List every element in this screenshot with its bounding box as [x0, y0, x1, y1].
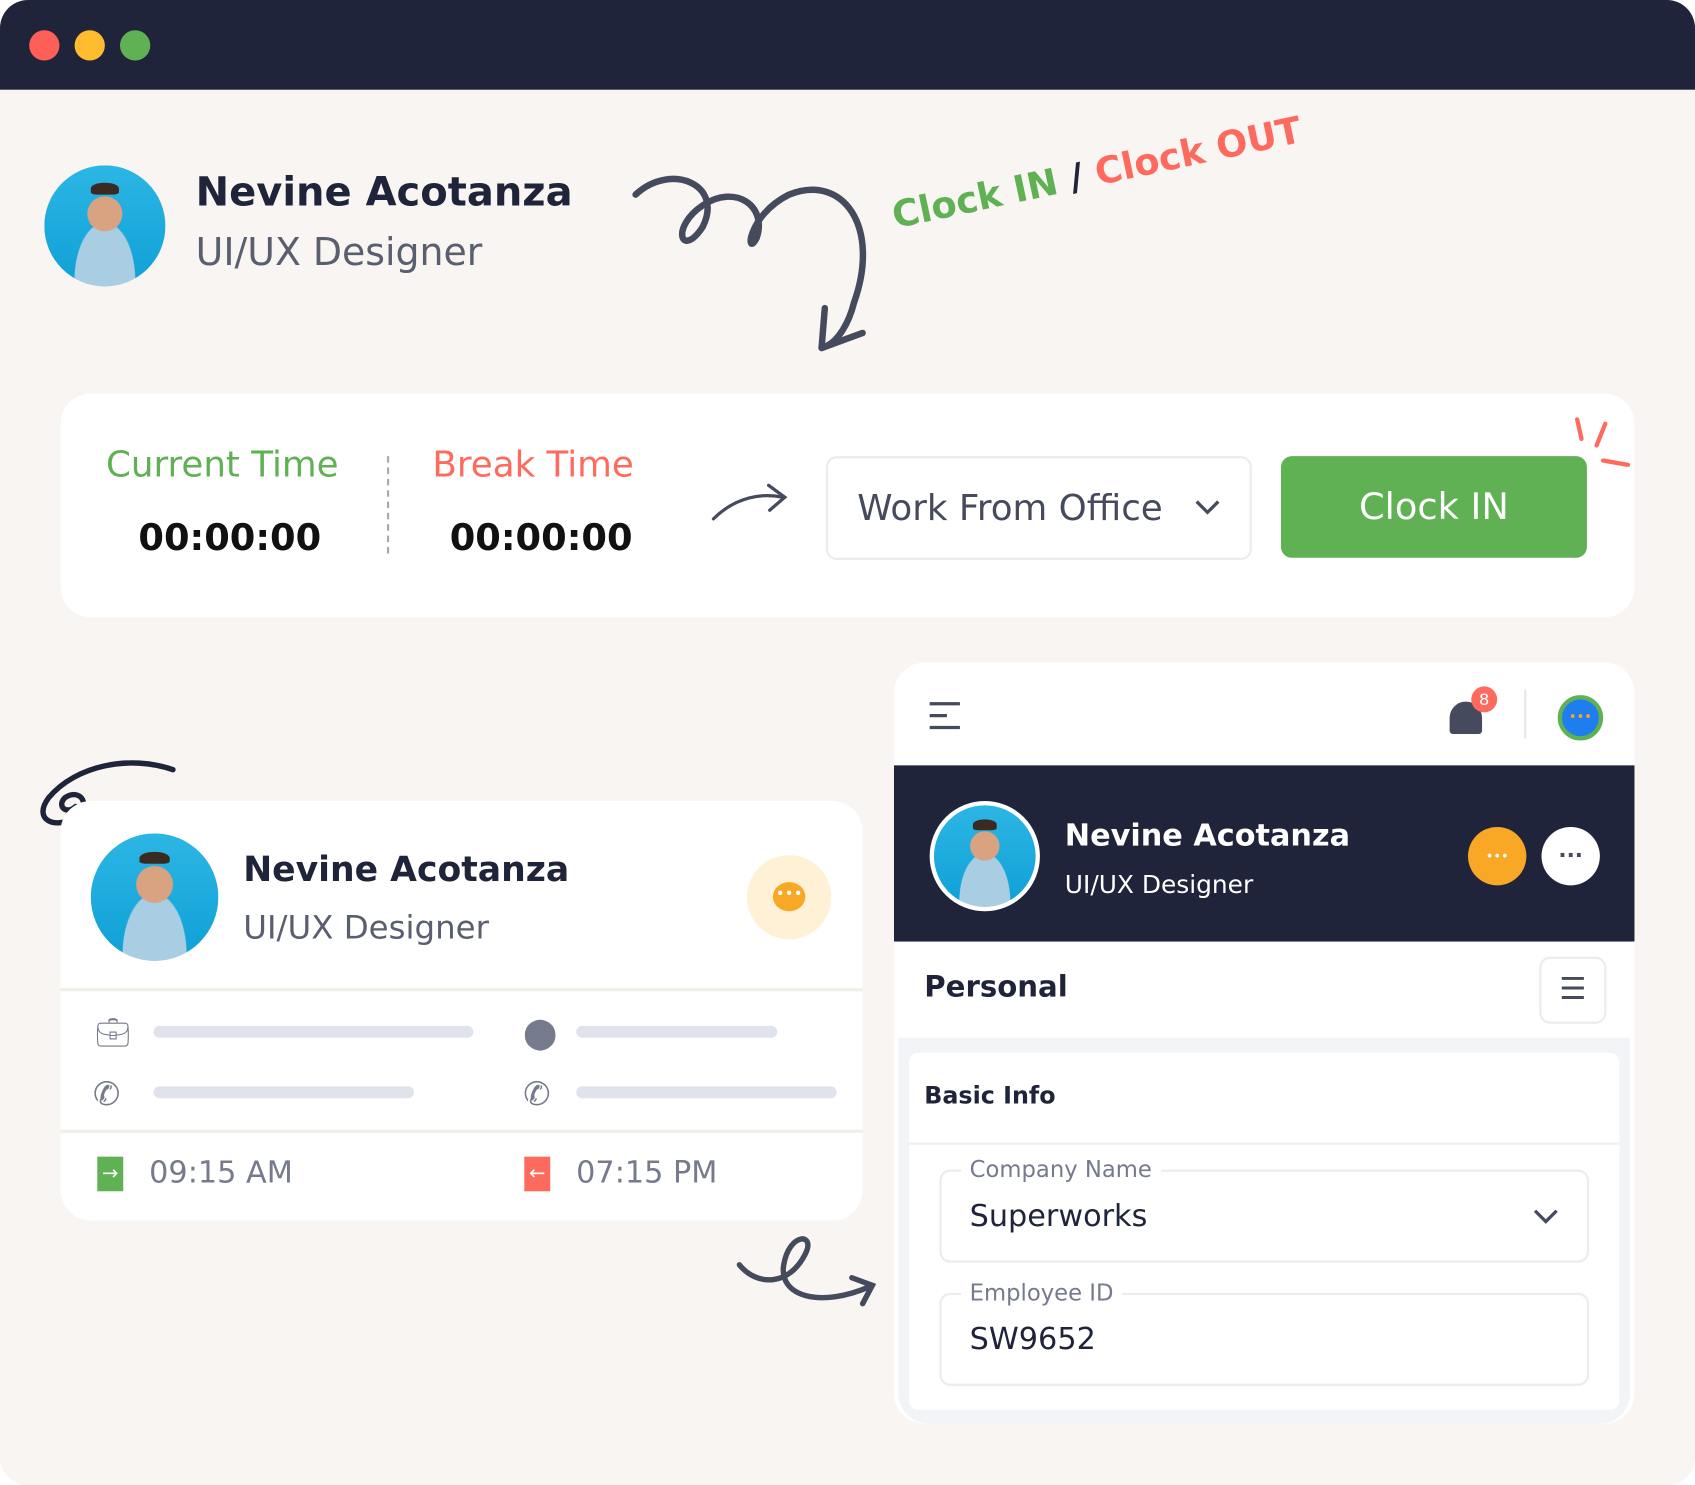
employee-id-field[interactable]: Employee ID SW9652 — [939, 1279, 1590, 1386]
avatar — [44, 165, 166, 287]
chat-button[interactable]: ••• — [746, 855, 832, 940]
chat-app-icon[interactable]: ••• — [1557, 695, 1604, 741]
placeholder-bar — [153, 1086, 415, 1099]
placeholder-bar — [576, 1025, 778, 1038]
notification-badge: 8 — [1471, 686, 1498, 713]
annotation-separator: / — [1065, 155, 1088, 201]
divider — [909, 1142, 1620, 1145]
banner-role: UI/UX Designer — [1064, 871, 1254, 900]
briefcase-icon: 💼︎ — [95, 1017, 131, 1050]
work-mode-value: Work From Office — [857, 486, 1163, 529]
profile-name: Nevine Acotanza — [195, 168, 573, 216]
company-name-value: Superworks — [969, 1197, 1148, 1234]
loop-arrow-decoration — [736, 1236, 877, 1307]
profile-banner: Nevine Acotanza UI/UX Designer ••• ··· — [893, 765, 1635, 942]
break-time-value: 00:00:00 — [449, 516, 633, 560]
title-bar — [0, 0, 1695, 90]
minimize-window-button[interactable] — [74, 30, 105, 61]
clock-in-time: 09:15 AM — [149, 1154, 293, 1191]
phone-add-icon: ✆ — [523, 1075, 551, 1114]
divider — [386, 456, 390, 554]
chevron-down-icon — [1195, 500, 1220, 515]
clock-panel: Current Time 00:00:00 Break Time 00:00:0… — [60, 393, 1635, 618]
phone-icon: ✆ — [92, 1075, 121, 1114]
chevron-down-icon — [1533, 1209, 1558, 1224]
curly-arrow-decoration — [632, 175, 867, 352]
divider — [60, 988, 863, 992]
more-options-button[interactable]: ··· — [1541, 826, 1600, 886]
employee-name: Nevine Acotanza — [243, 848, 570, 890]
clock-out-time: 07:15 PM — [576, 1154, 718, 1191]
profile-role: UI/UX Designer — [195, 231, 483, 275]
arrow-right-icon — [711, 483, 788, 521]
app-window: Nevine Acotanza UI/UX Designer Clock IN … — [0, 0, 1695, 1485]
placeholder-bar — [576, 1086, 837, 1099]
divider — [1524, 689, 1527, 739]
current-time-value: 00:00:00 — [138, 516, 322, 560]
basic-info-card: Basic Info Company Name Superworks Emplo… — [909, 1052, 1620, 1410]
location-pin-icon: ⬤ — [523, 1015, 558, 1051]
profile-panel: 8 ••• Nevine Acotanza UI/UX Designer •••… — [893, 662, 1635, 1424]
divider — [60, 1129, 863, 1133]
close-window-button[interactable] — [29, 30, 60, 61]
list-view-button[interactable]: ☰ — [1539, 956, 1607, 1024]
avatar — [90, 833, 219, 962]
annotation-clock-in: Clock IN — [888, 160, 1062, 238]
message-button[interactable]: ••• — [1467, 826, 1527, 886]
notifications-button[interactable]: 8 — [1447, 686, 1498, 738]
basic-info-section: Basic Info Company Name Superworks Emplo… — [898, 1037, 1631, 1424]
maximize-window-button[interactable] — [119, 30, 151, 61]
sparkle-decoration — [1575, 417, 1631, 467]
basic-info-title: Basic Info — [924, 1083, 1056, 1111]
banner-name: Nevine Acotanza — [1064, 817, 1351, 853]
avatar — [929, 801, 1040, 912]
employee-role: UI/UX Designer — [243, 909, 489, 947]
clock-annotation: Clock IN / Clock OUT — [888, 109, 1305, 238]
clock-out-icon: ← — [524, 1156, 551, 1192]
menu-icon[interactable] — [927, 700, 962, 730]
clock-in-icon: → — [97, 1156, 124, 1192]
work-mode-select[interactable]: Work From Office — [825, 456, 1252, 560]
chat-icon: ••• — [772, 882, 806, 912]
employee-card: Nevine Acotanza UI/UX Designer ••• 💼︎ ⬤ … — [60, 801, 863, 1221]
employee-id-label: Employee ID — [961, 1279, 1123, 1306]
current-time-label: Current Time — [105, 443, 339, 486]
clock-in-button[interactable]: Clock IN — [1280, 456, 1587, 558]
placeholder-bar — [153, 1025, 474, 1038]
employee-id-value: SW9652 — [969, 1320, 1096, 1357]
annotation-clock-out: Clock OUT — [1091, 108, 1306, 195]
section-title: Personal — [924, 970, 1068, 1005]
company-name-label: Company Name — [961, 1156, 1161, 1183]
company-name-select[interactable]: Company Name Superworks — [939, 1156, 1590, 1263]
break-time-label: Break Time — [432, 443, 634, 486]
